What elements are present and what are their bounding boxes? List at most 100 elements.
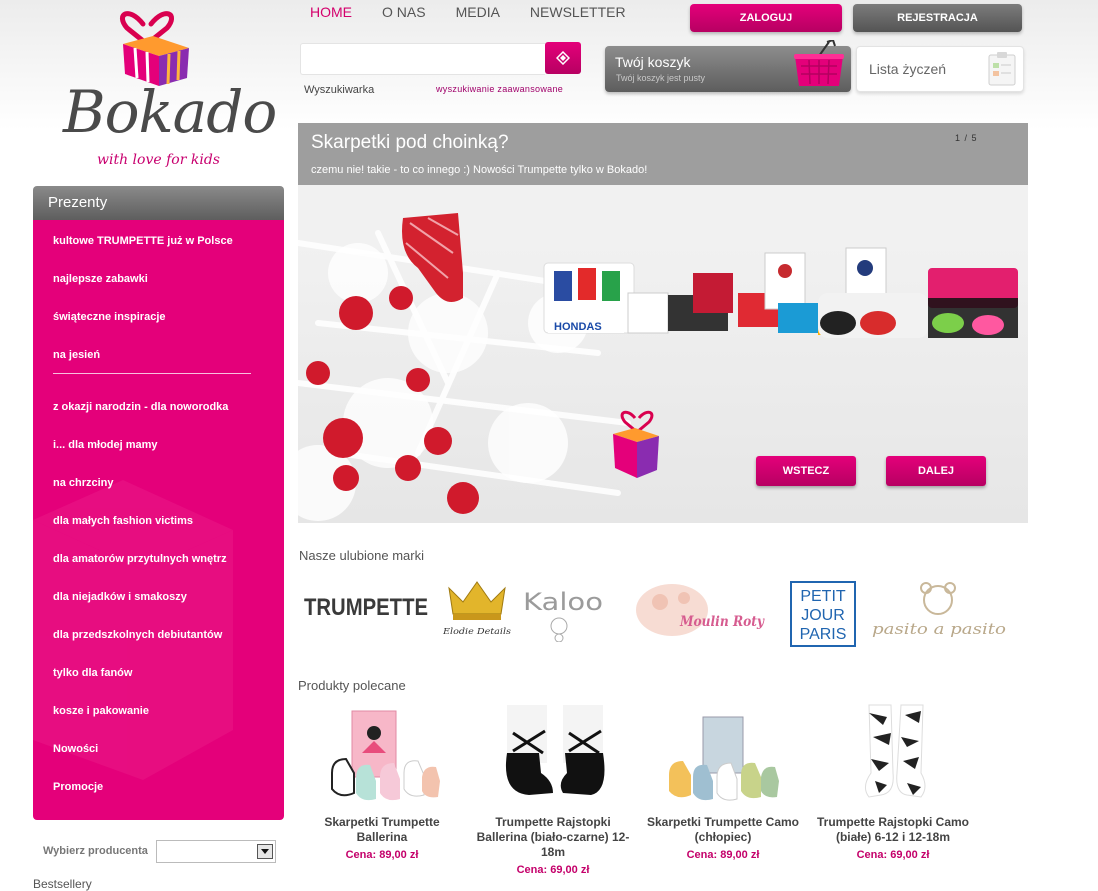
- slide-title: Skarpetki pod choinką?: [311, 132, 509, 153]
- brand-trumpette[interactable]: TRUMPETTE: [302, 592, 430, 627]
- pasito-a-pasito-logo-text: pasito a pasito: [872, 620, 1006, 638]
- sidebar-item-promotions[interactable]: Promocje: [53, 781, 103, 793]
- moulin-roty-logo: Moulin Roty: [636, 584, 765, 636]
- brands-title: Nasze ulubione marki: [299, 548, 425, 563]
- search-field-wrapper: [300, 43, 545, 75]
- product-name: Skarpetki Trumpette Ballerina: [324, 815, 440, 844]
- logo-tagline: with love for kids: [97, 152, 220, 168]
- product-image: [505, 705, 605, 795]
- register-button[interactable]: REJESTRACJA: [853, 4, 1022, 32]
- petit-jour-paris-logo: PETIT JOUR PARIS: [790, 581, 856, 647]
- product-price: Cena: 69,00 zł: [813, 849, 973, 861]
- slider-prev-button[interactable]: WSTECZ: [756, 456, 856, 486]
- price-value: 89,00 zł: [379, 849, 419, 861]
- sidebar-header: Prezenty: [33, 186, 284, 220]
- cart-title: Twój koszyk: [615, 54, 691, 70]
- nav-about[interactable]: O NAS: [382, 3, 426, 21]
- product-card[interactable]: Trumpette Rajstopki Ballerina (biało-cza…: [473, 703, 633, 876]
- price-label: Cena:: [345, 849, 377, 861]
- search-icon: [556, 51, 570, 65]
- search-button[interactable]: [545, 42, 581, 74]
- petit-jour-paris-line-3: PARIS: [800, 626, 847, 643]
- product-card[interactable]: Skarpetki Trumpette Ballerina Cena: 89,0…: [302, 703, 462, 861]
- sidebar-item-fans[interactable]: tylko dla fanów: [53, 667, 132, 679]
- slider-next-button[interactable]: DALEJ: [886, 456, 986, 486]
- nav-media[interactable]: MEDIA: [456, 3, 500, 21]
- sidebar-title: Prezenty: [48, 194, 108, 211]
- search-input[interactable]: [301, 44, 545, 72]
- logo[interactable]: Bokado with love for kids: [55, 0, 277, 180]
- sidebar-divider: [53, 373, 251, 374]
- product-price: Cena: 89,00 zł: [302, 849, 462, 861]
- moulin-roty-logo-text: Moulin Roty: [679, 614, 765, 630]
- product-card[interactable]: Trumpette Rajstopki Camo (białe) 6-12 i …: [813, 703, 973, 861]
- product-card[interactable]: Skarpetki Trumpette Camo (chłopiec) Cena…: [643, 703, 803, 861]
- nav-home[interactable]: HOME: [310, 3, 352, 21]
- cart-button[interactable]: Twój koszyk Twój koszyk jest pusty: [605, 40, 851, 92]
- slide-caption: Skarpetki pod choinką? czemu nie! takie …: [298, 123, 1028, 185]
- brand-pasito-a-pasito[interactable]: pasito a pasito: [870, 582, 1010, 647]
- brand-elodie-details[interactable]: Elodie Details: [442, 578, 513, 643]
- wishlist-label: Lista życzeń: [869, 61, 947, 77]
- nav-newsletter[interactable]: NEWSLETTER: [530, 3, 626, 21]
- advanced-search-link[interactable]: wyszukiwanie zaawansowane: [436, 84, 563, 94]
- price-value: 69,00 zł: [890, 849, 930, 861]
- kaloo-logo: Kaloo: [523, 588, 603, 643]
- price-value: 89,00 zł: [720, 849, 760, 861]
- clipboard-icon: [988, 52, 1016, 86]
- brand-petit-jour-paris[interactable]: PETIT JOUR PARIS: [790, 581, 856, 652]
- kaloo-logo-text: Kaloo: [523, 588, 603, 616]
- bestsellers-heading: Bestsellery: [33, 877, 92, 891]
- sidebar-menu: kultowe TRUMPETTE już w Polsce najlepsze…: [33, 220, 284, 820]
- producer-label: Wybierz producenta: [43, 845, 148, 857]
- basket-icon: [794, 40, 844, 86]
- product-image: [331, 710, 440, 801]
- main-navigation: HOME O NAS MEDIA NEWSLETTER: [310, 3, 656, 21]
- product-name: Skarpetki Trumpette Camo (chłopiec): [646, 815, 800, 844]
- teddy-bear-icon: pasito a pasito: [872, 582, 1006, 638]
- price-label: Cena:: [516, 864, 548, 876]
- hondas-box-text: HONDAS: [554, 321, 602, 333]
- elodie-details-logo-text: Elodie Details: [443, 627, 511, 636]
- sidebar-item-food[interactable]: dla niejadków i smakoszy: [53, 591, 187, 603]
- product-name: Trumpette Rajstopki Camo (białe) 6-12 i …: [816, 815, 970, 844]
- chevron-down-icon: [257, 844, 273, 859]
- brand-moulin-roty[interactable]: Moulin Roty: [632, 578, 768, 649]
- price-value: 69,00 zł: [550, 864, 590, 876]
- logo-wordmark: Bokado: [63, 78, 277, 146]
- sidebar-item-newborn[interactable]: z okazji narodzin - dla noworodka: [53, 401, 228, 413]
- gift-heart-icon: [120, 11, 189, 86]
- price-label: Cena:: [856, 849, 888, 861]
- sidebar-item-baskets[interactable]: kosze i pakowanie: [53, 705, 149, 717]
- product-name: Trumpette Rajstopki Ballerina (biało-cza…: [476, 815, 630, 859]
- sidebar-item-autumn[interactable]: na jesień: [53, 349, 100, 361]
- trumpette-logo-text: TRUMPETTE: [304, 594, 428, 621]
- sidebar-item-new[interactable]: Nowości: [53, 743, 98, 755]
- trumpette-logo: TRUMPETTE: [304, 594, 428, 621]
- petit-jour-paris-line-2: JOUR: [801, 607, 845, 624]
- sidebar-item-christening[interactable]: na chrzciny: [53, 477, 114, 489]
- sidebar-item-interiors[interactable]: dla amatorów przytulnych wnętrz: [53, 553, 227, 565]
- petit-jour-paris-line-1: PETIT: [800, 588, 846, 605]
- sidebar-item-christmas[interactable]: świąteczne inspiracje: [53, 311, 166, 323]
- product-price: Cena: 89,00 zł: [643, 849, 803, 861]
- sidebar-item-fashion[interactable]: dla małych fashion victims: [53, 515, 193, 527]
- featured-products-title: Produkty polecane: [298, 678, 406, 693]
- search-label: Wyszukiwarka: [304, 84, 375, 96]
- sidebar-item-toys[interactable]: najlepsze zabawki: [53, 273, 148, 285]
- sidebar-item-young-mom[interactable]: i... dla młodej mamy: [53, 439, 158, 451]
- slide-subtitle: czemu nie! takie - to co innego :) Nowoś…: [311, 164, 648, 176]
- login-button[interactable]: ZALOGUJ: [690, 4, 842, 32]
- product-image: [669, 716, 779, 801]
- producer-dropdown[interactable]: [156, 840, 276, 863]
- slide-counter: 1 / 5: [955, 133, 978, 143]
- sidebar-item-preschool[interactable]: dla przedszkolnych debiutantów: [53, 629, 222, 641]
- hero-slider: HONDAS Skarpetki pod choinką? czemu nie!…: [298, 123, 1028, 523]
- crown-icon: Elodie Details: [442, 581, 511, 636]
- price-label: Cena:: [686, 849, 718, 861]
- cart-status: Twój koszyk jest pusty: [616, 73, 706, 83]
- brand-kaloo[interactable]: Kaloo: [521, 584, 605, 647]
- wishlist-button[interactable]: Lista życzeń: [856, 46, 1024, 92]
- sidebar-item-trumpette[interactable]: kultowe TRUMPETTE już w Polsce: [53, 235, 233, 247]
- product-image: [865, 704, 926, 798]
